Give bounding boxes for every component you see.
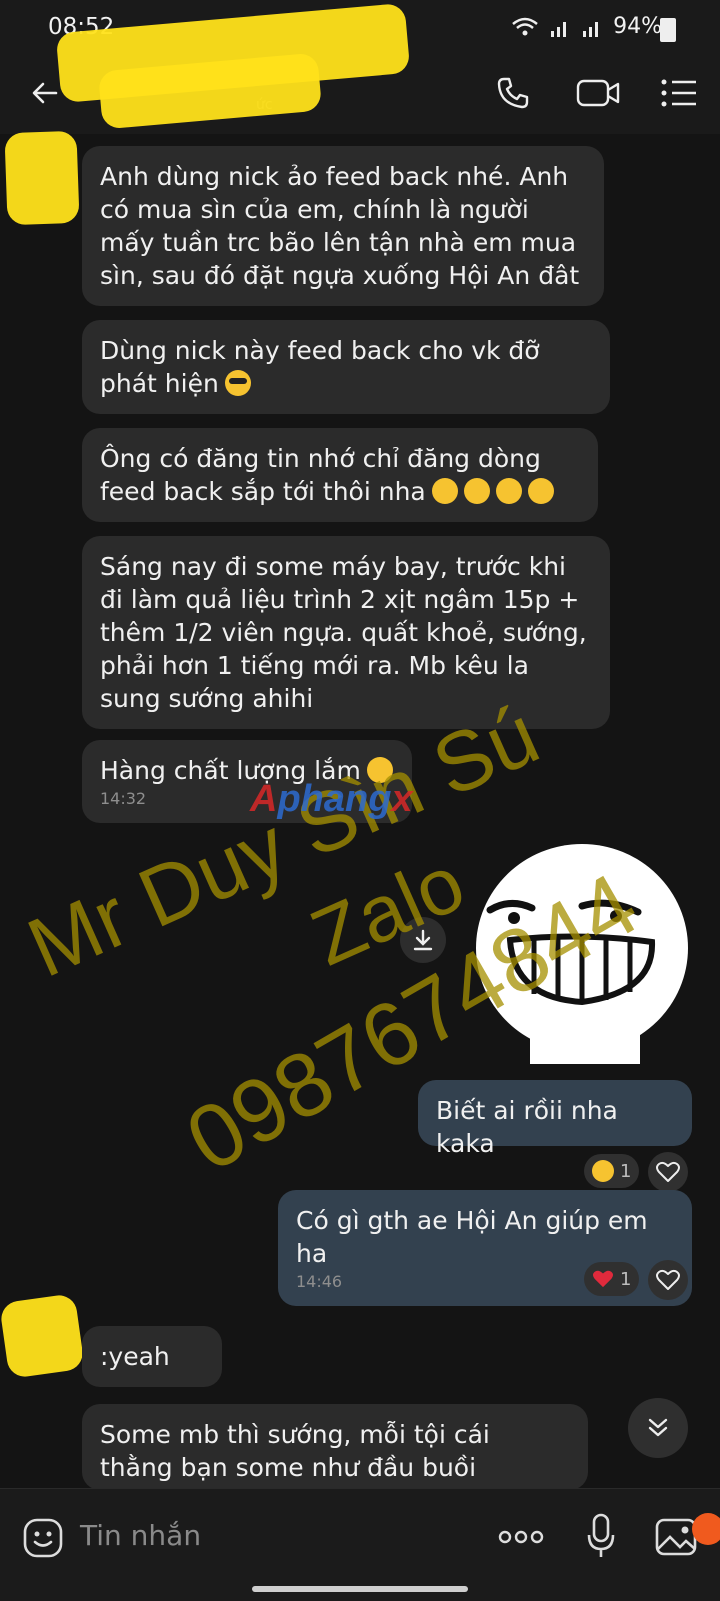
- sunglasses-emoji-icon: [224, 370, 251, 396]
- redaction-mark: [0, 1293, 85, 1379]
- wifi-icon: [512, 17, 538, 35]
- more-options-icon[interactable]: [498, 1527, 544, 1547]
- emoji-smile-icon[interactable]: [22, 1517, 64, 1559]
- watermark-line-2: Zalo: [298, 837, 477, 983]
- message-bubble[interactable]: Anh dùng nick ảo feed back nhé. Anh có m…: [82, 146, 604, 306]
- video-call-button[interactable]: [568, 68, 628, 118]
- battery-percent: 94%: [613, 14, 662, 39]
- message-input-bar: Tin nhắn: [0, 1488, 720, 1601]
- heart-outline-icon: [656, 1161, 680, 1182]
- reaction-badge[interactable]: 1: [584, 1262, 640, 1296]
- thinking-emoji-icon: [431, 478, 458, 504]
- phone-icon: [497, 77, 529, 109]
- message-text: Có gì gth ae Hội An giúp em ha: [296, 1206, 648, 1268]
- message-text: Anh dùng nick ảo feed back nhé. Anh có m…: [100, 162, 580, 290]
- message-bubble[interactable]: Dùng nick này feed back cho vk đỡ phát h…: [82, 320, 610, 414]
- scroll-to-bottom-button[interactable]: [628, 1398, 688, 1458]
- menu-button[interactable]: [652, 68, 706, 118]
- home-indicator[interactable]: [252, 1586, 468, 1592]
- signal-icon: [551, 21, 567, 37]
- message-bubble[interactable]: :yeah: [82, 1326, 222, 1387]
- arrow-left-icon: [32, 82, 58, 104]
- grinning-face-sticker[interactable]: [470, 842, 690, 1064]
- message-text: Sáng nay đi some máy bay, trước khi đi l…: [100, 552, 587, 713]
- message-text: Biết ai rồii nha kaka: [436, 1096, 618, 1158]
- microphone-icon[interactable]: [586, 1513, 616, 1559]
- message-bubble[interactable]: Ông có đăng tin nhớ chỉ đăng dòng feed b…: [82, 428, 598, 522]
- battery-icon: [660, 18, 676, 42]
- redaction-mark: [4, 130, 80, 226]
- video-camera-icon: [576, 79, 620, 107]
- floating-badge-icon[interactable]: [692, 1513, 720, 1545]
- double-chevron-down-icon: [648, 1418, 668, 1437]
- thinking-emoji-icon: [463, 478, 490, 504]
- download-icon: [413, 929, 433, 951]
- laughing-emoji-icon: [592, 1160, 614, 1182]
- status-icons: 94%: [511, 14, 662, 39]
- thinking-emoji-icon: [495, 478, 522, 504]
- thinking-emoji-icon: [527, 478, 554, 504]
- message-text: :yeah: [100, 1342, 170, 1371]
- aphangx-logo: Aphangx: [250, 778, 413, 820]
- like-button[interactable]: [648, 1260, 688, 1300]
- image-gallery-icon[interactable]: [654, 1517, 698, 1557]
- signal-icon-2: [583, 21, 599, 37]
- like-button[interactable]: [648, 1152, 688, 1192]
- reaction-badge[interactable]: 1: [584, 1154, 640, 1188]
- call-button[interactable]: [486, 68, 540, 118]
- list-menu-icon: [661, 79, 696, 107]
- message-bubble[interactable]: Some mb thì sướng, mỗi tội cái thằng bạn…: [82, 1404, 588, 1490]
- heart-outline-icon: [656, 1269, 680, 1290]
- download-button[interactable]: [400, 917, 446, 963]
- message-text: Dùng nick này feed back cho vk đỡ phát h…: [100, 336, 540, 398]
- reaction-count: 1: [620, 1268, 632, 1290]
- red-heart-icon: [593, 1270, 613, 1288]
- message-bubble[interactable]: Sáng nay đi some máy bay, trước khi đi l…: [82, 536, 610, 729]
- reaction-count: 1: [620, 1160, 632, 1182]
- my-message-bubble[interactable]: Biết ai rồii nha kaka: [418, 1080, 692, 1158]
- message-text: Some mb thì sướng, mỗi tội cái thằng bạn…: [100, 1420, 490, 1482]
- message-input[interactable]: Tin nhắn: [80, 1519, 201, 1552]
